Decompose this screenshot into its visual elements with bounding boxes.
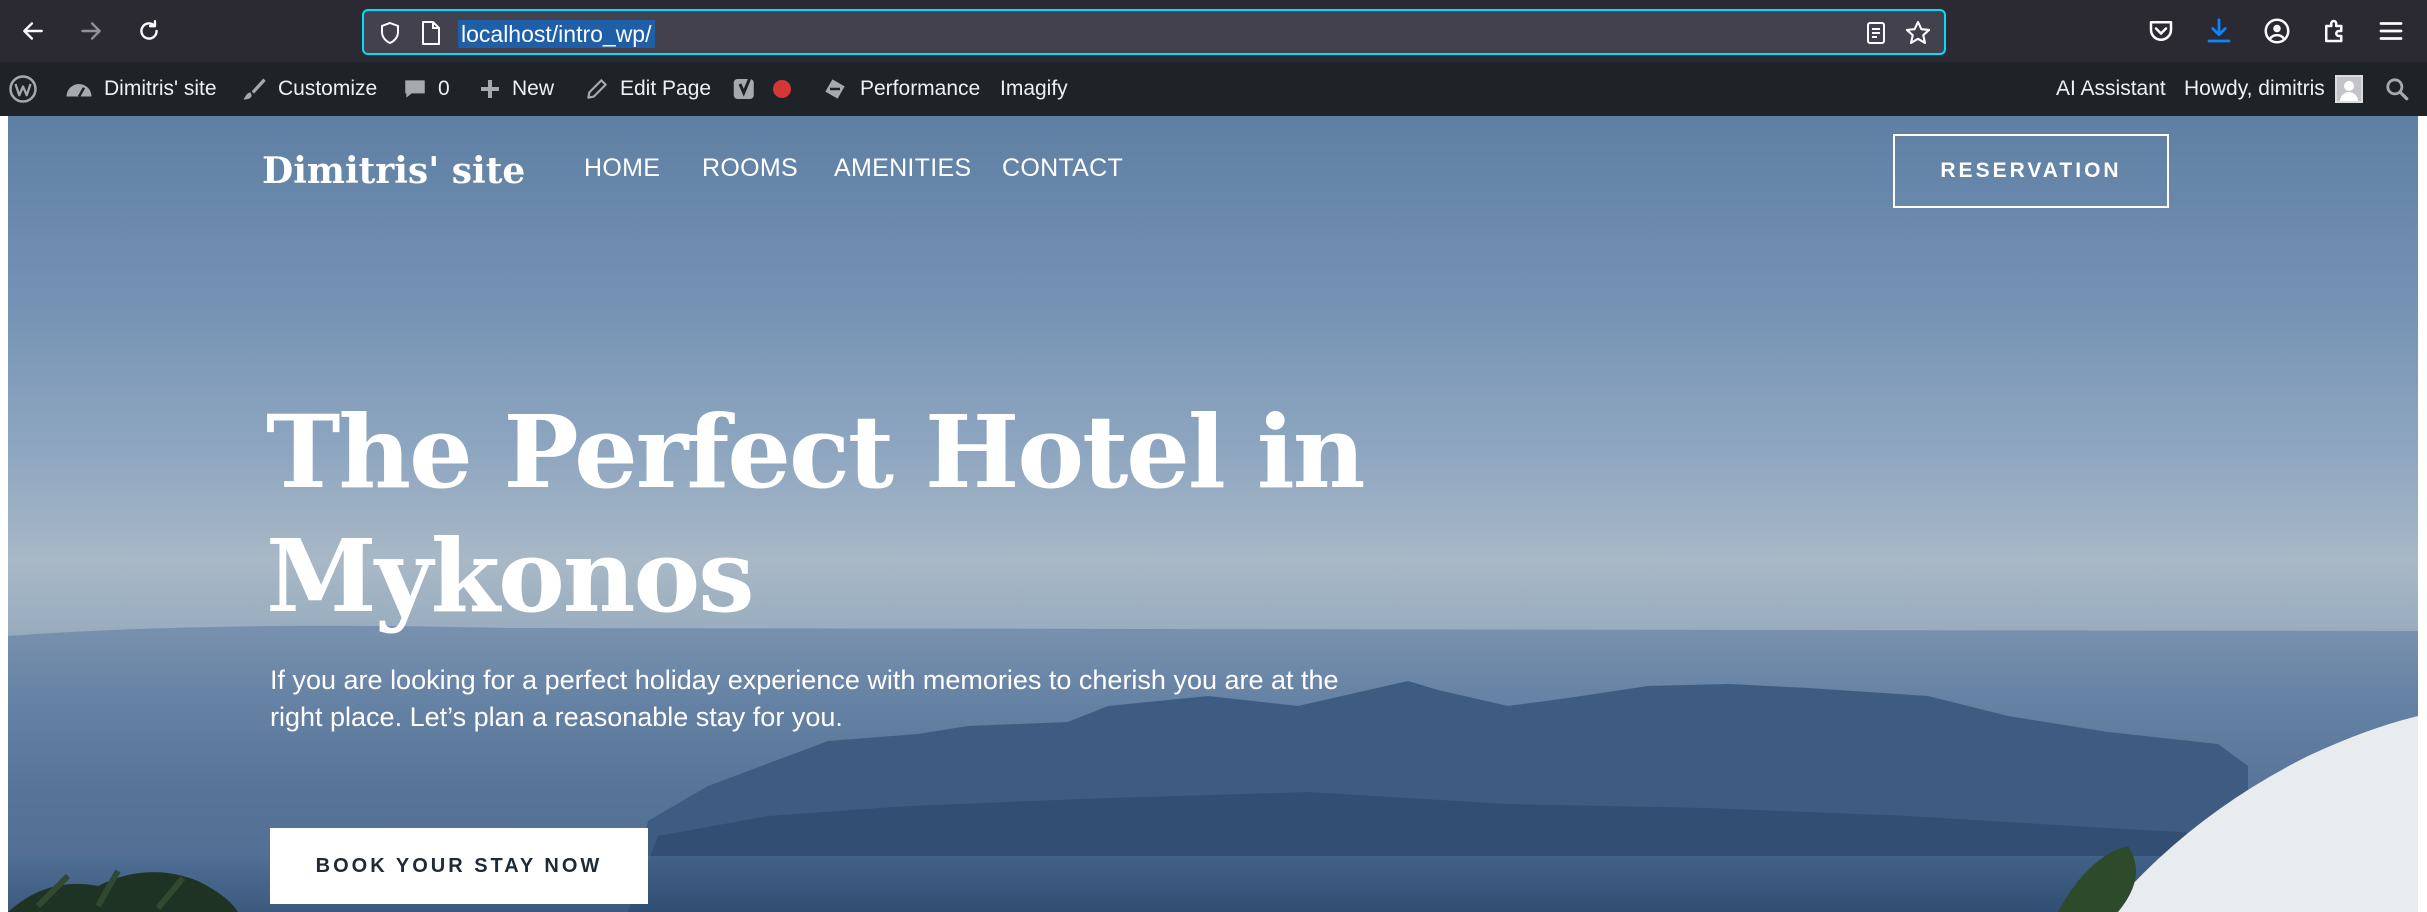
admin-site-name[interactable]: Dimitris' site bbox=[64, 62, 217, 116]
menu-icon[interactable] bbox=[2376, 16, 2406, 46]
yoast-seo-icon bbox=[733, 77, 754, 99]
hero-title: The Perfect Hotel in Mykonos bbox=[266, 390, 1466, 638]
nav-contact[interactable]: CONTACT bbox=[1002, 154, 1123, 183]
avatar bbox=[2334, 75, 2363, 103]
reservation-button[interactable]: RESERVATION bbox=[1893, 134, 2169, 208]
hero-description: If you are looking for a perfect holiday… bbox=[270, 662, 1450, 736]
hero-title-line-1: The Perfect Hotel in bbox=[266, 393, 1365, 511]
url-text[interactable]: localhost/intro_wp/ bbox=[458, 20, 655, 48]
wordpress-logo-icon[interactable] bbox=[8, 62, 38, 116]
admin-customize[interactable]: Customize bbox=[240, 62, 377, 116]
paintbrush-icon bbox=[243, 78, 266, 100]
page-icon[interactable] bbox=[420, 20, 442, 46]
reader-view-icon[interactable] bbox=[1864, 21, 1888, 45]
back-arrow-icon[interactable] bbox=[14, 12, 52, 50]
url-bar[interactable]: localhost/intro_wp/ bbox=[362, 9, 1946, 55]
shield-icon[interactable] bbox=[378, 21, 402, 45]
performance-rocket-icon bbox=[825, 79, 845, 99]
download-icon[interactable] bbox=[2204, 16, 2234, 46]
hero-description-line-2: right place. Let’s plan a reasonable sta… bbox=[270, 702, 843, 732]
admin-edit-page[interactable]: Edit Page bbox=[584, 62, 711, 116]
admin-search-icon[interactable] bbox=[2384, 62, 2410, 116]
account-icon[interactable] bbox=[2262, 16, 2292, 46]
extensions-icon[interactable] bbox=[2320, 16, 2350, 46]
admin-ai-assistant[interactable]: AI Assistant bbox=[2056, 62, 2166, 116]
hero-section: Dimitris' site HOME ROOMS AMENITIES CONT… bbox=[8, 116, 2418, 912]
plus-icon bbox=[481, 80, 499, 98]
wp-admin-bar: Dimitris' site Customize 0 New Edit Page… bbox=[0, 62, 2427, 116]
nav-home[interactable]: HOME bbox=[584, 154, 660, 183]
pencil-icon bbox=[587, 79, 607, 99]
admin-imagify[interactable]: Imagify bbox=[1000, 62, 1068, 116]
bookmark-star-icon[interactable] bbox=[1904, 19, 1932, 47]
hero-title-line-2: Mykonos bbox=[266, 517, 755, 635]
nav-amenities[interactable]: AMENITIES bbox=[834, 154, 971, 183]
seo-status-red-dot-icon bbox=[773, 80, 791, 98]
admin-comments[interactable]: 0 bbox=[402, 62, 450, 116]
hero-description-line-1: If you are looking for a perfect holiday… bbox=[270, 665, 1339, 695]
comment-bubble-icon bbox=[405, 80, 425, 98]
admin-new[interactable]: New bbox=[478, 62, 554, 116]
reload-icon[interactable] bbox=[130, 12, 168, 50]
site-title[interactable]: Dimitris' site bbox=[262, 150, 525, 192]
book-your-stay-button[interactable]: BOOK YOUR STAY NOW bbox=[270, 828, 648, 904]
admin-howdy-user[interactable]: Howdy, dimitris bbox=[2184, 62, 2363, 116]
forward-arrow-icon[interactable] bbox=[72, 12, 110, 50]
admin-performance[interactable]: Performance bbox=[820, 62, 980, 116]
dashboard-gauge-icon bbox=[66, 84, 92, 98]
admin-yoast[interactable] bbox=[730, 62, 792, 116]
nav-rooms[interactable]: ROOMS bbox=[702, 154, 798, 183]
pocket-icon[interactable] bbox=[2146, 16, 2176, 46]
browser-toolbar: localhost/intro_wp/ bbox=[0, 0, 2427, 62]
